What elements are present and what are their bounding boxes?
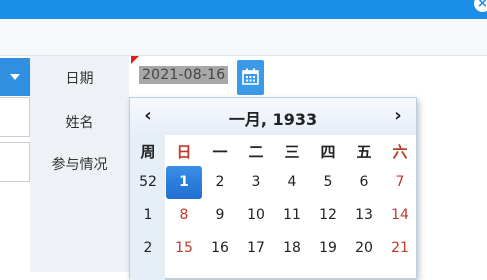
week-number: 1 xyxy=(143,207,153,223)
weekday-header: 二 xyxy=(248,143,264,161)
window-titlebar: × xyxy=(0,0,487,19)
day-cell[interactable]: 15 xyxy=(166,232,202,265)
name-field[interactable] xyxy=(0,97,30,137)
prev-month-button[interactable]: ‹ xyxy=(138,105,158,127)
day-cell[interactable]: 16 xyxy=(202,232,238,265)
weekday-header: 一 xyxy=(212,143,228,161)
next-month-button[interactable]: › xyxy=(388,105,408,127)
day-cell[interactable]: 4 xyxy=(274,166,310,199)
modified-marker xyxy=(131,56,139,64)
day-cell[interactable]: 2 xyxy=(202,166,238,199)
calendar-icon xyxy=(242,68,259,85)
day-cell[interactable]: 14 xyxy=(382,199,418,232)
day-cell[interactable]: 3 xyxy=(238,166,274,199)
day-cell[interactable]: 7 xyxy=(382,166,418,199)
weekday-header: 四 xyxy=(320,143,336,161)
close-icon[interactable]: × xyxy=(474,0,487,12)
day-cell[interactable]: 9 xyxy=(202,199,238,232)
date-picker-popup: ‹ 一月, 1933 › 周 日 一 二 三 四 五 六 52 1 2 3 4 … xyxy=(129,97,418,280)
month-year-title[interactable]: 一月, 1933 xyxy=(190,106,356,130)
week-number: 2 xyxy=(143,240,153,256)
week-number-header: 周 xyxy=(140,143,156,161)
weekday-header: 日 xyxy=(176,143,192,161)
week-number: 52 xyxy=(139,174,157,190)
weekday-header: 六 xyxy=(392,143,408,161)
day-cell-selected[interactable]: 1 xyxy=(166,166,202,199)
calendar-header: ‹ 一月, 1933 › xyxy=(130,98,416,135)
label-name: 姓名 xyxy=(65,115,94,131)
day-cell[interactable]: 8 xyxy=(166,199,202,232)
participation-field[interactable] xyxy=(0,142,30,182)
day-cell[interactable]: 11 xyxy=(274,199,310,232)
day-cell[interactable]: 19 xyxy=(310,232,346,265)
label-date: 日期 xyxy=(65,71,94,87)
weekday-header: 三 xyxy=(284,143,300,161)
toolbar-strip xyxy=(0,19,487,56)
day-cell[interactable]: 6 xyxy=(346,166,382,199)
day-cell[interactable]: 21 xyxy=(382,232,418,265)
chevron-down-icon xyxy=(10,74,20,80)
day-cell[interactable]: 12 xyxy=(310,199,346,232)
day-cell[interactable]: 10 xyxy=(238,199,274,232)
weekday-header: 五 xyxy=(356,143,372,161)
dropdown-button[interactable] xyxy=(0,58,30,96)
day-cell[interactable]: 5 xyxy=(310,166,346,199)
day-cell[interactable]: 13 xyxy=(346,199,382,232)
label-participation: 参与情况 xyxy=(51,157,108,173)
day-cell[interactable]: 18 xyxy=(274,232,310,265)
calendar-button[interactable] xyxy=(237,60,264,95)
day-cell[interactable]: 17 xyxy=(238,232,274,265)
date-field-value[interactable]: 2021-08-16 xyxy=(139,66,229,84)
day-cell[interactable]: 20 xyxy=(346,232,382,265)
